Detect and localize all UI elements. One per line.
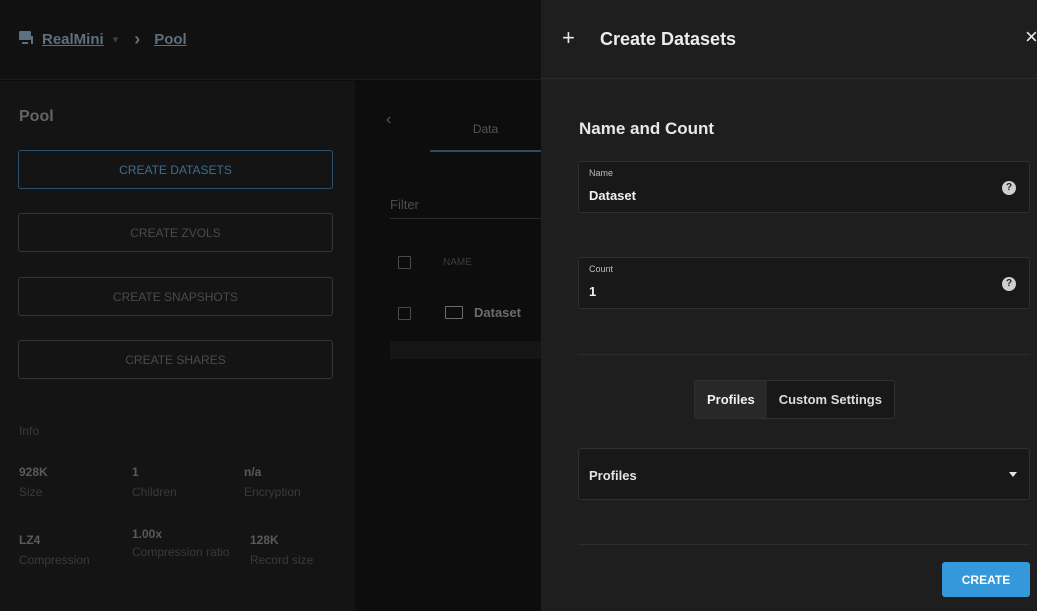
info-key: Size — [19, 485, 43, 499]
name-field[interactable]: Name Dataset ? — [578, 161, 1030, 213]
info-record-size: 128K Record size — [250, 533, 313, 567]
breadcrumb-pool-link[interactable]: Pool — [154, 31, 187, 48]
create-datasets-panel: + Create Datasets × Name and Count Name … — [541, 0, 1037, 611]
info-compression-ratio: 1.00x Compression ratio — [132, 527, 232, 559]
chevron-down-icon[interactable]: ▾ — [113, 33, 119, 46]
create-snapshots-button[interactable]: CREATE SNAPSHOTS — [18, 277, 333, 316]
plus-icon: + — [562, 25, 575, 50]
info-value: 128K — [250, 533, 279, 547]
panel-title: Create Datasets — [600, 29, 737, 49]
divider — [578, 354, 1030, 355]
create-datasets-button[interactable]: CREATE DATASETS — [18, 150, 333, 189]
info-value: n/a — [244, 465, 262, 479]
pool-sidebar: Pool CREATE DATASETS CREATE ZVOLS CREATE… — [0, 81, 355, 611]
breadcrumb: RealMini ▾ › Pool — [42, 29, 187, 50]
divider — [578, 544, 1030, 545]
row-name-label: Dataset — [474, 305, 521, 320]
tab-back-button[interactable]: ‹ — [386, 111, 418, 151]
table-footer — [390, 341, 541, 359]
breadcrumb-separator: › — [134, 29, 141, 49]
help-icon[interactable]: ? — [1002, 181, 1016, 195]
info-children: 1 Children — [132, 465, 177, 499]
close-icon[interactable]: × — [1025, 24, 1037, 50]
profiles-select[interactable]: Profiles — [578, 448, 1030, 500]
info-value: LZ4 — [19, 533, 41, 547]
name-field-label: Name — [589, 168, 614, 178]
count-field-label: Count — [589, 264, 614, 274]
sidebar-title: Pool — [19, 108, 54, 125]
section-title: Name and Count — [579, 119, 715, 138]
toggle-custom-settings[interactable]: Custom Settings — [767, 381, 894, 418]
info-value: 928K — [19, 465, 48, 479]
profiles-select-label: Profiles — [589, 468, 637, 483]
help-icon[interactable]: ? — [1002, 277, 1016, 291]
computer-icon — [19, 31, 33, 44]
select-all-checkbox[interactable] — [398, 256, 411, 269]
dropdown-arrow-icon — [1009, 472, 1017, 477]
name-field-value[interactable]: Dataset — [589, 188, 636, 203]
count-field[interactable]: Count 1 ? — [578, 257, 1030, 309]
table-row[interactable]: Dataset — [445, 305, 521, 320]
panel-header: + Create Datasets × — [541, 0, 1037, 79]
info-key: Compression — [19, 553, 90, 567]
create-shares-button[interactable]: CREATE SHARES — [18, 340, 333, 379]
filter-input[interactable]: Filter — [390, 197, 419, 212]
info-size: 928K Size — [19, 465, 48, 499]
info-key: Record size — [250, 553, 314, 567]
row-checkbox[interactable] — [398, 307, 411, 320]
folder-icon — [445, 306, 463, 319]
info-value: 1 — [132, 465, 139, 479]
count-field-value[interactable]: 1 — [589, 284, 596, 299]
create-zvols-button[interactable]: CREATE ZVOLS — [18, 213, 333, 252]
info-heading: Info — [19, 424, 40, 438]
create-button[interactable]: CREATE — [942, 562, 1030, 597]
column-header-name: NAME — [443, 257, 472, 268]
top-bar: RealMini ▾ › Pool — [0, 0, 541, 80]
dataset-content-area: ‹ Data Filter NAME Dataset — [355, 81, 541, 611]
info-encryption: n/a Encryption — [244, 465, 301, 499]
settings-mode-toggle: Profiles Custom Settings — [694, 380, 895, 419]
info-value: 1.00x — [132, 527, 163, 541]
info-key: Encryption — [244, 485, 301, 499]
info-key: Compression ratio — [132, 545, 230, 559]
toggle-profiles[interactable]: Profiles — [695, 381, 767, 418]
breadcrumb-host-link[interactable]: RealMini — [42, 31, 104, 48]
tab-data[interactable]: Data — [430, 108, 541, 152]
info-compression: LZ4 Compression — [19, 533, 90, 567]
filter-underline — [390, 218, 541, 219]
info-key: Children — [132, 485, 177, 499]
